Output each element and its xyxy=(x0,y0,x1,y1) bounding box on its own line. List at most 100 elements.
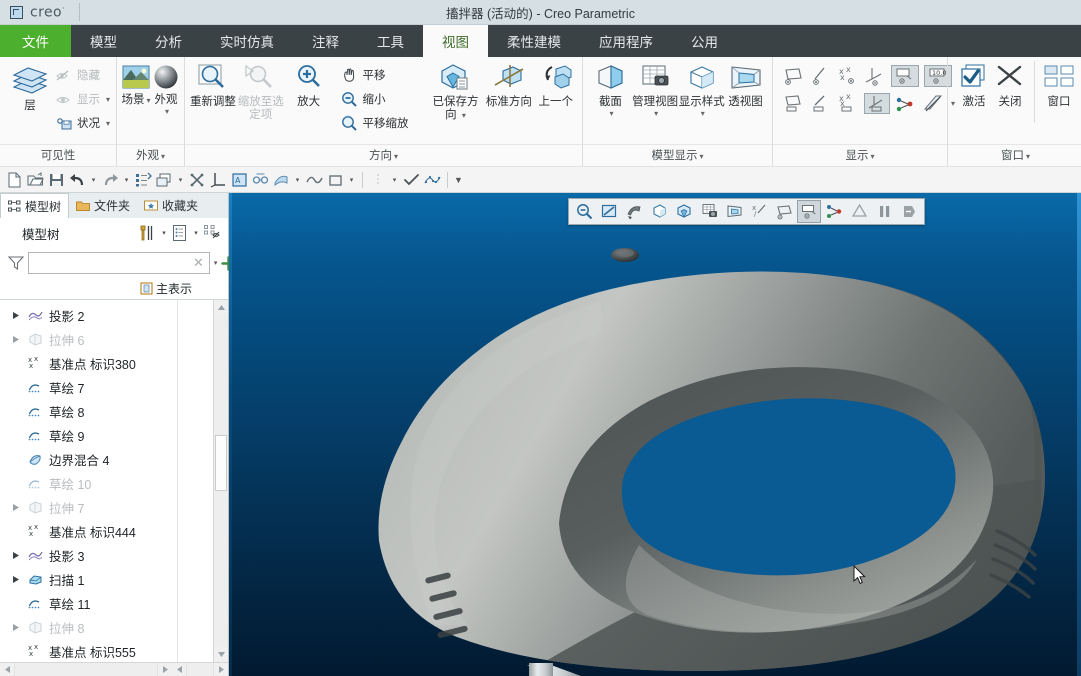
window-group-chevron-icon[interactable]: ▾ xyxy=(1026,152,1030,161)
check-icon[interactable] xyxy=(401,170,421,190)
zoom-box-icon[interactable] xyxy=(597,200,621,223)
tree-display-button[interactable] xyxy=(170,222,190,244)
scroll-down-arrow-icon[interactable] xyxy=(214,647,228,662)
point-tag-display-icon[interactable]: x x x xyxy=(837,92,859,114)
appearance-group-chevron-icon[interactable]: ▾ xyxy=(161,152,165,161)
tab-file[interactable]: 文件 xyxy=(0,25,71,57)
sketch-chevron-icon[interactable]: ▾ xyxy=(346,170,357,190)
tree-filter-input[interactable] xyxy=(32,254,191,272)
tree-item[interactable]: 草绘 8 xyxy=(0,399,177,423)
tree-filter-toggle-button[interactable] xyxy=(202,222,222,244)
erase-icon[interactable] xyxy=(187,170,207,190)
appearance-chevron-down-icon[interactable]: ▾ xyxy=(165,107,169,116)
tree-item[interactable]: 边界混合 4 xyxy=(0,447,177,471)
relation-display-icon[interactable] xyxy=(895,94,917,114)
tree-item[interactable]: 草绘 11 xyxy=(0,591,177,615)
tree-item[interactable]: 拉伸 7 xyxy=(0,495,177,519)
pan-button[interactable]: 平移 xyxy=(341,63,409,87)
surface-chevron-icon[interactable]: ▾ xyxy=(292,170,303,190)
display-group-chevron-icon[interactable]: ▾ xyxy=(871,152,875,161)
undo-chevron-down-icon[interactable]: ▾ xyxy=(88,170,99,190)
tree-expander-icon[interactable] xyxy=(10,575,22,584)
manage-views-chevron-down-icon[interactable]: ▾ xyxy=(654,109,658,118)
scene-chevron-down-icon[interactable]: ▾ xyxy=(147,94,151,107)
manage-views-button[interactable]: 管理视图 ▾ xyxy=(632,61,679,118)
tab-common[interactable]: 公用 xyxy=(672,25,737,57)
undo-icon[interactable] xyxy=(67,170,87,190)
datum-display-icon[interactable]: x / xyxy=(747,200,771,223)
tab-model-tree[interactable]: 模型树 xyxy=(0,193,70,218)
filter-funnel-icon[interactable] xyxy=(7,255,25,271)
tree-expander-icon[interactable] xyxy=(10,623,22,632)
display-style-icon[interactable] xyxy=(647,200,671,223)
tree-item[interactable]: x x x 基准点 标识555 xyxy=(0,639,177,662)
tree-expander-icon[interactable] xyxy=(10,335,22,344)
tab-folder[interactable]: 文件夹 xyxy=(69,193,137,218)
tab-favorites[interactable]: 收藏夹 xyxy=(137,193,205,218)
filter-clear-icon[interactable]: ✕ xyxy=(191,255,206,271)
perspective-icon[interactable] xyxy=(722,200,746,223)
open-icon[interactable] xyxy=(25,170,45,190)
model-tree-horizontal-scrollbar[interactable] xyxy=(0,662,228,676)
regenerate-icon[interactable] xyxy=(133,170,153,190)
datum-axis-display-icon[interactable] xyxy=(810,66,832,86)
perspective-button[interactable]: 透视图 xyxy=(725,61,766,109)
new-icon[interactable] xyxy=(4,170,24,190)
points-icon[interactable] xyxy=(422,170,442,190)
scroll-up-arrow-icon[interactable] xyxy=(214,300,228,315)
zoom-out-button[interactable]: 缩小 xyxy=(341,87,409,111)
display-style-button[interactable]: 显示样式 ▾ xyxy=(678,61,725,118)
tree-item[interactable]: x x x 基准点 标识380 xyxy=(0,351,177,375)
tree-expander-icon[interactable] xyxy=(10,551,22,560)
dim-chevron-icon[interactable]: ▾ xyxy=(389,170,400,190)
section-chevron-down-icon[interactable]: ▾ xyxy=(609,109,613,118)
copy-window-chevron-icon[interactable]: ▾ xyxy=(175,170,186,190)
surface-icon[interactable] xyxy=(271,170,291,190)
tree-item[interactable]: x x x 基准点 标识444 xyxy=(0,519,177,543)
model-tree-list[interactable]: 投影 2 拉伸 6 x x x 基准点 标识380 草绘 7 草绘 8 草绘 9 边界混合 4 草绘… xyxy=(0,300,177,662)
saved-orientation-chevron-icon[interactable]: ▾ xyxy=(462,111,466,120)
annotation-display-icon[interactable] xyxy=(797,200,821,223)
status-button[interactable]: 状况 ▾ xyxy=(56,111,110,135)
save-icon[interactable] xyxy=(46,170,66,190)
scroll-right-arrow-icon[interactable] xyxy=(158,663,172,676)
window-list-button[interactable]: 窗口 xyxy=(1041,61,1077,109)
standard-orientation-button[interactable]: 标准方向 xyxy=(482,61,535,109)
tree-item[interactable]: 扫描 1 xyxy=(0,567,177,591)
orientation-group-chevron-icon[interactable]: ▾ xyxy=(394,152,398,161)
tab-analysis[interactable]: 分析 xyxy=(136,25,201,57)
tree-item[interactable]: 拉伸 6 xyxy=(0,327,177,351)
show-chevron-down-icon[interactable]: ▾ xyxy=(106,95,110,104)
tab-flexible-modeling[interactable]: 柔性建模 xyxy=(488,25,580,57)
filter-chevron-down-icon[interactable]: ▾ xyxy=(214,252,218,274)
hide-button[interactable]: 隐藏 xyxy=(56,63,110,87)
annotation-display-toggle-icon[interactable] xyxy=(891,65,920,87)
model-display-group-chevron-icon[interactable]: ▾ xyxy=(700,152,704,161)
appearance-button[interactable]: 外观 ▾ xyxy=(151,61,181,116)
datum-plane-display-icon[interactable] xyxy=(783,66,805,86)
scroll-left-arrow-icon[interactable] xyxy=(0,663,14,676)
vscroll-track[interactable] xyxy=(214,315,228,647)
tab-live-simulation[interactable]: 实时仿真 xyxy=(201,25,293,57)
copy-window-icon[interactable] xyxy=(154,170,174,190)
tab-annotate[interactable]: 注释 xyxy=(293,25,358,57)
csys-tag-display-icon[interactable] xyxy=(864,93,891,114)
close-window-button[interactable]: 关闭 xyxy=(992,61,1028,109)
tree-item[interactable]: 草绘 9 xyxy=(0,423,177,447)
scroll-left-arrow-2-icon[interactable] xyxy=(172,663,186,676)
tree-settings-button[interactable] xyxy=(138,222,158,244)
display-style-chevron-down-icon[interactable]: ▾ xyxy=(701,109,705,118)
hscroll-track-right[interactable] xyxy=(186,663,214,676)
tree-item[interactable]: 草绘 7 xyxy=(0,375,177,399)
pause-icon[interactable] xyxy=(872,200,896,223)
section-button[interactable]: 截面 ▾ xyxy=(589,61,632,118)
spin-center-icon[interactable] xyxy=(822,200,846,223)
tree-item[interactable]: 拉伸 8 xyxy=(0,615,177,639)
reorient-icon[interactable] xyxy=(622,200,646,223)
curve-icon[interactable] xyxy=(304,170,324,190)
tree-settings-chevron-icon[interactable]: ▾ xyxy=(158,222,170,244)
refit-button[interactable]: 重新调整 xyxy=(189,61,237,109)
axis-tag-display-icon[interactable] xyxy=(810,94,832,114)
show-button[interactable]: 显示 ▾ xyxy=(56,87,110,111)
annotate-icon[interactable]: A xyxy=(229,170,249,190)
